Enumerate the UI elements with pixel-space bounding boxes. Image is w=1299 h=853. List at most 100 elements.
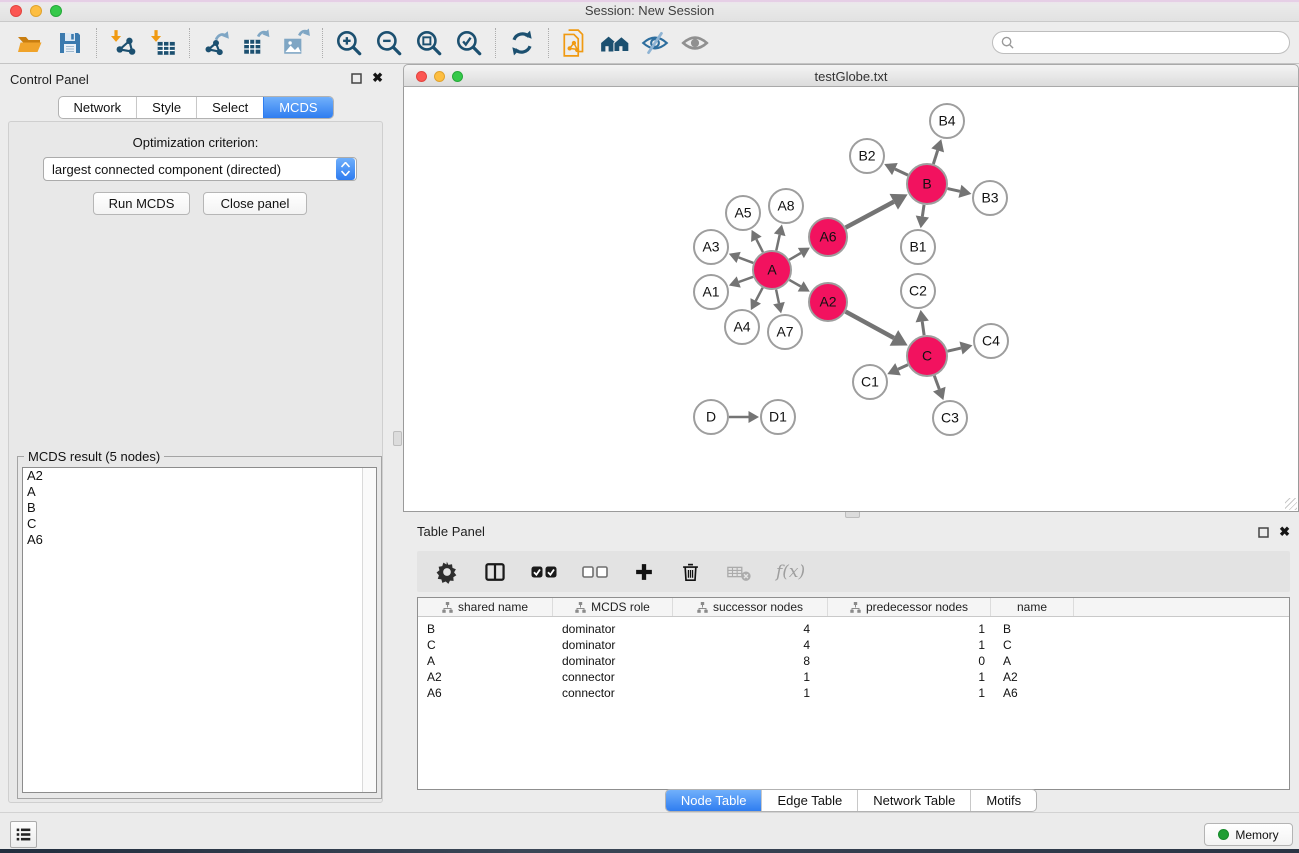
delete-table-icon[interactable] <box>726 560 752 584</box>
import-network-icon[interactable] <box>103 26 143 60</box>
export-image-icon[interactable] <box>276 26 316 60</box>
zoom-fit-icon[interactable] <box>409 26 449 60</box>
graph-edge-A6-B[interactable] <box>846 202 894 228</box>
show-all-icon[interactable] <box>675 26 715 60</box>
column-header-shared-name[interactable]: shared name <box>418 598 553 616</box>
tab-select[interactable]: Select <box>196 97 263 118</box>
hide-selected-icon[interactable] <box>635 26 675 60</box>
graph-node-A8[interactable]: A8 <box>769 189 803 223</box>
graph-edge-A-A3[interactable] <box>739 257 754 263</box>
graph-node-D[interactable]: D <box>694 400 728 434</box>
column-settings-icon[interactable] <box>435 560 459 584</box>
graph-node-B1[interactable]: B1 <box>901 230 935 264</box>
tab-edge-table[interactable]: Edge Table <box>761 790 857 811</box>
select-all-checkboxes-icon[interactable] <box>531 565 558 579</box>
mcds-result-item[interactable]: A2 <box>23 468 376 484</box>
import-table-icon[interactable] <box>143 26 183 60</box>
deselect-all-checkboxes-icon[interactable] <box>582 565 609 579</box>
graph-node-C2[interactable]: C2 <box>901 274 935 308</box>
zoom-selected-icon[interactable] <box>449 26 489 60</box>
tab-style[interactable]: Style <box>136 97 196 118</box>
function-builder-icon[interactable]: f(x) <box>776 562 805 582</box>
graph-edge-B-B4[interactable] <box>933 150 937 164</box>
first-neighbors-icon[interactable] <box>595 26 635 60</box>
column-header-predecessor-nodes[interactable]: predecessor nodes <box>828 598 991 616</box>
tab-mcds[interactable]: MCDS <box>263 97 332 118</box>
graph-edge-A-A2[interactable] <box>789 280 800 286</box>
close-panel-icon[interactable]: ✖ <box>372 72 383 84</box>
new-network-from-selection-icon[interactable] <box>555 26 595 60</box>
tab-network[interactable]: Network <box>58 97 136 118</box>
column-header-name[interactable]: name <box>991 598 1074 616</box>
memory-button[interactable]: Memory <box>1204 823 1293 846</box>
tab-motifs[interactable]: Motifs <box>970 790 1036 811</box>
graph-edge-C-C4[interactable] <box>947 348 961 351</box>
mcds-result-item[interactable]: A6 <box>23 532 376 548</box>
graph-node-A4[interactable]: A4 <box>725 310 759 344</box>
graph-node-B4[interactable]: B4 <box>930 104 964 138</box>
graph-edge-A-A8[interactable] <box>776 235 779 251</box>
mcds-result-item[interactable]: C <box>23 516 376 532</box>
split-view-icon[interactable] <box>483 560 507 584</box>
resize-corner-icon[interactable] <box>1285 498 1297 510</box>
table-row[interactable]: A6connector11A6 <box>418 685 1289 701</box>
search-input[interactable] <box>1019 35 1281 50</box>
graph-edge-A-A1[interactable] <box>739 277 753 282</box>
graph-node-A3[interactable]: A3 <box>694 230 728 264</box>
graph-edge-B-B3[interactable] <box>947 189 959 192</box>
graph-node-A7[interactable]: A7 <box>768 315 802 349</box>
float-table-panel-icon[interactable] <box>1258 527 1269 538</box>
delete-columns-icon[interactable] <box>679 560 702 584</box>
graph-node-C3[interactable]: C3 <box>933 401 967 435</box>
network-canvas[interactable]: A A1 A2 A3 A4 A5 A6 A7 A8 B B1 B2 B3 B4 C C1 C2 C3 C4 D D1 <box>403 87 1299 512</box>
table-row[interactable]: Adominator80A <box>418 653 1289 669</box>
table-row[interactable]: Cdominator41C <box>418 637 1289 653</box>
tab-network-table[interactable]: Network Table <box>857 790 970 811</box>
graph-edge-A-A4[interactable] <box>756 288 763 301</box>
graph-node-B[interactable]: B <box>907 164 947 204</box>
mcds-result-item[interactable]: B <box>23 500 376 516</box>
column-header-MCDS-role[interactable]: MCDS role <box>553 598 673 616</box>
graph-node-A1[interactable]: A1 <box>694 275 728 309</box>
close-table-panel-icon[interactable]: ✖ <box>1279 526 1290 538</box>
graph-edge-C-C3[interactable] <box>934 376 939 389</box>
tab-node-table[interactable]: Node Table <box>666 790 762 811</box>
graph-node-A2[interactable]: A2 <box>809 283 847 321</box>
graph-edge-A-A7[interactable] <box>776 290 779 304</box>
export-table-icon[interactable] <box>236 26 276 60</box>
graph-edge-B-B2[interactable] <box>895 169 908 175</box>
open-session-icon[interactable] <box>10 26 50 60</box>
table-row[interactable]: Bdominator41B <box>418 621 1289 637</box>
graph-node-A[interactable]: A <box>753 251 791 289</box>
criterion-select[interactable]: largest connected component (directed) <box>43 157 357 181</box>
graph-node-C[interactable]: C <box>907 336 947 376</box>
float-panel-icon[interactable] <box>351 73 362 84</box>
mcds-result-item[interactable]: A <box>23 484 376 500</box>
graph-edge-A-A5[interactable] <box>756 239 763 252</box>
column-header-successor-nodes[interactable]: successor nodes <box>673 598 828 616</box>
graph-node-A5[interactable]: A5 <box>726 196 760 230</box>
zoom-out-icon[interactable] <box>369 26 409 60</box>
graph-node-C4[interactable]: C4 <box>974 324 1008 358</box>
graph-node-D1[interactable]: D1 <box>761 400 795 434</box>
close-panel-button[interactable]: Close panel <box>203 192 307 215</box>
graph-node-A6[interactable]: A6 <box>809 218 847 256</box>
network-window-titlebar[interactable]: testGlobe.txt <box>403 64 1299 87</box>
vertical-split-handle[interactable] <box>393 431 402 446</box>
graph-node-B3[interactable]: B3 <box>973 181 1007 215</box>
result-scrollbar[interactable] <box>362 468 376 792</box>
graph-edge-A2-C[interactable] <box>846 312 894 338</box>
graph-edge-A-A6[interactable] <box>789 253 801 260</box>
graph-node-C1[interactable]: C1 <box>853 365 887 399</box>
zoom-in-icon[interactable] <box>329 26 369 60</box>
graph-node-B2[interactable]: B2 <box>850 139 884 173</box>
run-mcds-button[interactable]: Run MCDS <box>93 192 190 215</box>
save-session-icon[interactable] <box>50 26 90 60</box>
refresh-view-icon[interactable] <box>502 26 542 60</box>
search-box[interactable] <box>992 31 1290 54</box>
export-network-icon[interactable] <box>196 26 236 60</box>
task-history-button[interactable] <box>10 821 37 848</box>
table-row[interactable]: A2connector11A2 <box>418 669 1289 685</box>
add-column-icon[interactable] <box>633 561 655 583</box>
graph-edge-C-C2[interactable] <box>922 322 924 336</box>
